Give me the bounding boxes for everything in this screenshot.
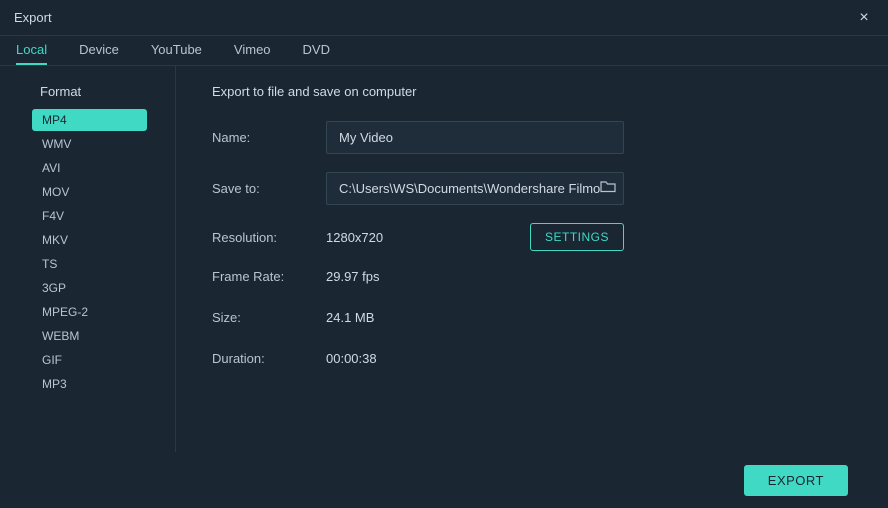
resolution-value: 1280x720 — [326, 230, 383, 245]
main-title: Export to file and save on computer — [212, 84, 852, 99]
close-icon[interactable]: × — [854, 9, 874, 27]
folder-icon[interactable] — [600, 179, 616, 198]
tab-local[interactable]: Local — [16, 36, 47, 65]
format-item-mkv[interactable]: MKV — [32, 229, 147, 251]
tab-youtube[interactable]: YouTube — [151, 36, 202, 65]
tab-device[interactable]: Device — [79, 36, 119, 65]
format-item-mpeg2[interactable]: MPEG-2 — [32, 301, 147, 323]
titlebar: Export × — [0, 0, 888, 36]
format-item-ts[interactable]: TS — [32, 253, 147, 275]
footer: EXPORT — [0, 452, 888, 508]
saveto-label: Save to: — [212, 181, 326, 196]
format-item-f4v[interactable]: F4V — [32, 205, 147, 227]
format-item-mp3[interactable]: MP3 — [32, 373, 147, 395]
duration-label: Duration: — [212, 351, 326, 366]
export-button[interactable]: EXPORT — [744, 465, 848, 496]
saveto-wrap: C:\Users\WS\Documents\Wondershare Filmo — [326, 172, 624, 205]
sidebar: Format MP4 WMV AVI MOV F4V MKV TS 3GP MP… — [0, 66, 176, 452]
format-list: MP4 WMV AVI MOV F4V MKV TS 3GP MPEG-2 WE… — [0, 109, 175, 395]
size-label: Size: — [212, 310, 326, 325]
format-item-3gp[interactable]: 3GP — [32, 277, 147, 299]
framerate-row: Frame Rate: 29.97 fps — [212, 269, 852, 284]
saveto-row: Save to: C:\Users\WS\Documents\Wondersha… — [212, 172, 852, 205]
window-title: Export — [14, 10, 52, 25]
tab-dvd[interactable]: DVD — [303, 36, 330, 65]
tabs: Local Device YouTube Vimeo DVD — [0, 36, 888, 66]
format-item-avi[interactable]: AVI — [32, 157, 147, 179]
tab-vimeo[interactable]: Vimeo — [234, 36, 271, 65]
settings-button[interactable]: SETTINGS — [530, 223, 624, 251]
format-item-mov[interactable]: MOV — [32, 181, 147, 203]
format-header: Format — [0, 84, 175, 109]
name-input[interactable] — [326, 121, 624, 154]
format-item-webm[interactable]: WEBM — [32, 325, 147, 347]
saveto-input[interactable]: C:\Users\WS\Documents\Wondershare Filmo — [326, 172, 624, 205]
resolution-row: Resolution: 1280x720 SETTINGS — [212, 223, 624, 251]
main-panel: Export to file and save on computer Name… — [176, 66, 888, 452]
size-row: Size: 24.1 MB — [212, 310, 852, 325]
content: Format MP4 WMV AVI MOV F4V MKV TS 3GP MP… — [0, 66, 888, 452]
duration-value: 00:00:38 — [326, 351, 377, 366]
format-item-gif[interactable]: GIF — [32, 349, 147, 371]
duration-row: Duration: 00:00:38 — [212, 351, 852, 366]
format-item-wmv[interactable]: WMV — [32, 133, 147, 155]
size-value: 24.1 MB — [326, 310, 374, 325]
framerate-label: Frame Rate: — [212, 269, 326, 284]
resolution-label: Resolution: — [212, 230, 326, 245]
format-item-mp4[interactable]: MP4 — [32, 109, 147, 131]
framerate-value: 29.97 fps — [326, 269, 380, 284]
name-label: Name: — [212, 130, 326, 145]
name-row: Name: — [212, 121, 852, 154]
